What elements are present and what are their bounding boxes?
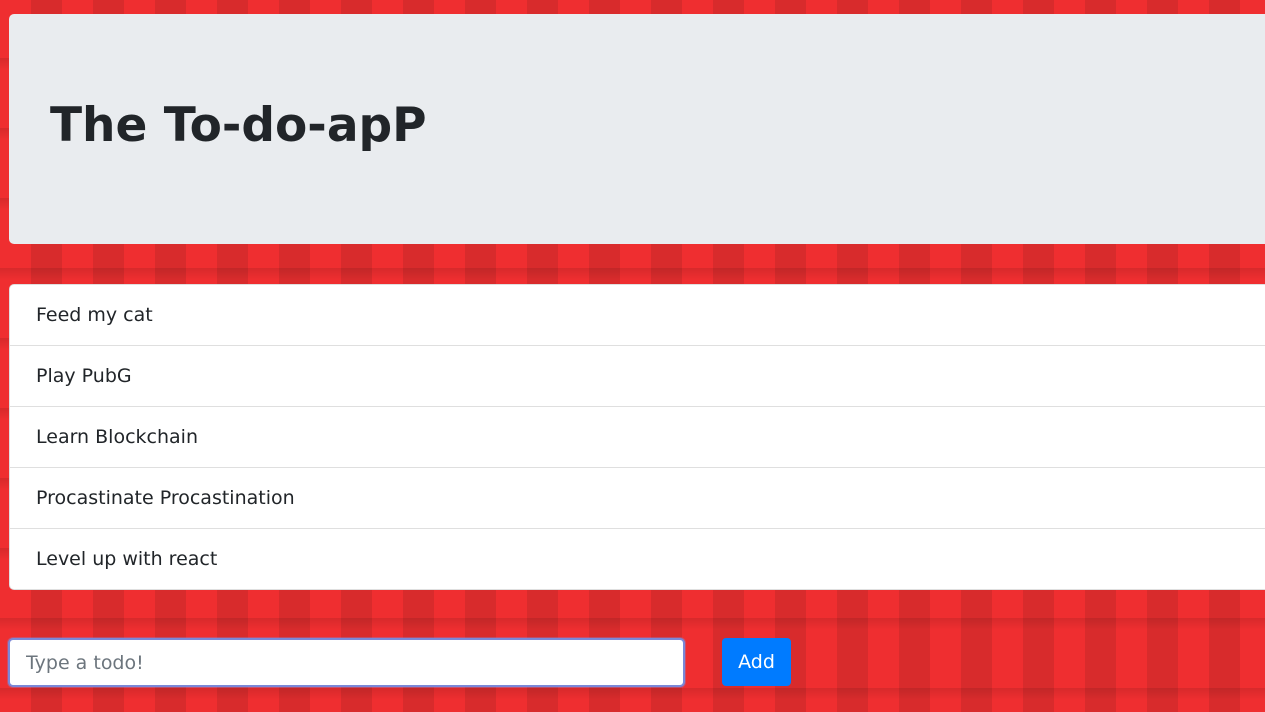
todo-input[interactable] — [8, 638, 685, 687]
todo-item[interactable]: Procastinate Procastination — [9, 467, 1265, 529]
todo-item[interactable]: Play PubG — [9, 345, 1265, 407]
todo-list: Feed my cat Play PubG Learn Blockchain P… — [9, 284, 1265, 590]
page-title: The To-do-apP — [50, 98, 427, 153]
todo-item[interactable]: Feed my cat — [9, 284, 1265, 346]
header-jumbotron: The To-do-apP — [9, 14, 1265, 244]
todo-item[interactable]: Level up with react — [9, 528, 1265, 590]
todo-item[interactable]: Learn Blockchain — [9, 406, 1265, 468]
add-button[interactable]: Add — [722, 638, 791, 686]
